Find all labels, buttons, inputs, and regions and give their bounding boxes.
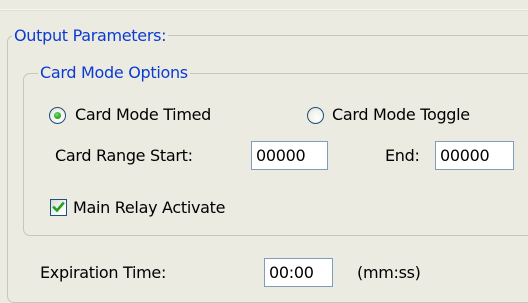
card-mode-timed-label[interactable]: Card Mode Timed (75, 105, 211, 125)
top-divider (0, 9, 528, 11)
card-mode-toggle-label[interactable]: Card Mode Toggle (332, 105, 470, 125)
main-relay-activate-label[interactable]: Main Relay Activate (73, 198, 226, 218)
output-parameters-panel: Output Parameters: Card Mode Options Car… (0, 0, 528, 303)
radio-selected-dot-icon (54, 112, 61, 119)
expiration-time-label: Expiration Time: (40, 263, 167, 282)
card-range-start-input[interactable]: 00000 (251, 141, 328, 170)
main-relay-activate-checkbox[interactable] (50, 199, 67, 216)
card-range-start-label: Card Range Start: (55, 146, 193, 165)
card-mode-timed-radio[interactable] (49, 107, 66, 124)
card-mode-options-legend: Card Mode Options (38, 63, 190, 83)
card-mode-toggle-radio[interactable] (307, 107, 324, 124)
expiration-time-unit: (mm:ss) (357, 263, 421, 282)
card-range-end-input[interactable]: 00000 (435, 141, 514, 170)
card-range-end-label: End: (385, 146, 420, 165)
checkmark-icon (52, 201, 65, 213)
output-parameters-legend: Output Parameters: (12, 26, 169, 46)
expiration-time-input[interactable]: 00:00 (264, 258, 333, 287)
